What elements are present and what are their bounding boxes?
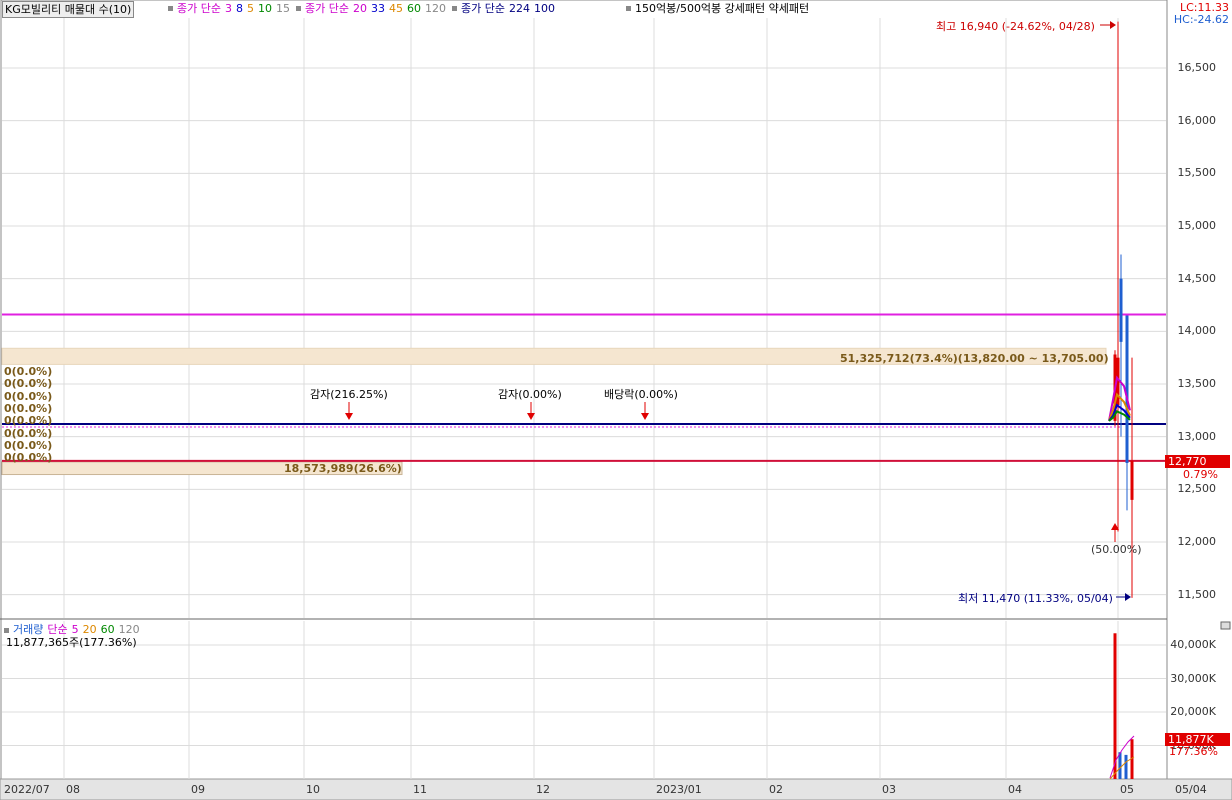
volume-profile-label-1: 51,325,712(73.4%)(13,820.00 ~ 13,705.00)	[840, 352, 1109, 365]
profile-zero-label: 0(0.0%)	[4, 414, 53, 428]
current-volume-pct: 177.36%	[1169, 745, 1218, 758]
ma-legend-marker	[168, 6, 173, 11]
price-tick-label: 16,500	[1177, 61, 1217, 74]
profile-zero-label: 0(0.0%)	[4, 389, 53, 403]
volume-bar	[1118, 752, 1122, 779]
price-tick-label: 11,500	[1177, 587, 1217, 601]
price-tick-label: 16,000	[1177, 113, 1217, 127]
ma-legend[interactable]: 종가 단순 3 8 5 10 15 종가 단순 20 33 45 60 120 종가 단순 224 100	[166, 1, 559, 17]
volume-tick-label: 30,000K	[1170, 671, 1216, 685]
date-tick-label: 12	[536, 783, 550, 796]
current-change-label: 0.79%	[1183, 468, 1218, 481]
candle-body	[1130, 460, 1134, 500]
price-tick-label: 14,000	[1177, 324, 1217, 338]
ma-legend-period: 15	[275, 2, 290, 15]
plot-frame	[0, 0, 1168, 780]
event-label: 배당락(0.00%)	[604, 388, 678, 401]
volume-tick-label: 20,000K	[1170, 705, 1216, 718]
low-note: 최저 11,470 (11.33%, 05/04)	[958, 592, 1113, 605]
price-tick-label: 15,500	[1177, 166, 1217, 180]
pattern-legend[interactable]: 150억봉/500억봉 강세패턴 약세패턴	[624, 1, 813, 17]
chart-title[interactable]: KG모빌리티 매물대 수(10)	[2, 1, 135, 18]
ma-legend-label: 종가 단순	[460, 2, 505, 15]
date-tick-label: 03	[882, 783, 896, 796]
price-tick-label: 13,000	[1177, 429, 1217, 443]
hc-readout: HC:-24.62	[1173, 13, 1229, 26]
volume-legend-marker	[4, 627, 9, 633]
date-tick-label: 05/04	[1175, 783, 1207, 796]
price-tick-label: 12,500	[1177, 482, 1217, 496]
event-label: 감자(0.00%)	[498, 388, 562, 401]
volume-tick-label: 40,000K	[1170, 638, 1216, 651]
current-price-tag: 12,770	[1165, 455, 1230, 468]
high-note: 최고 16,940 (-24.62%, 04/28)	[936, 20, 1095, 33]
price-tick-label: 13,500	[1177, 377, 1217, 390]
date-tick-label: 05	[1120, 783, 1134, 796]
profile-zero-label: 0(0.0%)	[4, 451, 53, 465]
price-tick-label: 12,000	[1177, 535, 1217, 548]
volume-profile-label-2: 18,573,989(26.6%)	[284, 462, 402, 475]
ma-legend-period: 120	[424, 2, 446, 15]
profile-zero-label: 0(0.0%)	[4, 438, 53, 452]
volume-bar	[1124, 754, 1128, 779]
date-tick-label: 2023/01	[656, 783, 702, 796]
ma-legend-period: 3	[224, 2, 232, 15]
date-tick-label: 2022/07	[4, 783, 50, 796]
volume-current-text: 11,877,365주(177.36%)	[6, 636, 137, 649]
date-tick-label: 04	[1008, 783, 1022, 796]
ma-legend-label: 종가 단순	[177, 2, 221, 15]
date-tick-label: 09	[191, 783, 205, 796]
profile-zero-label: 0(0.0%)	[4, 365, 53, 378]
price-tick-label: 14,500	[1177, 271, 1217, 285]
ma-legend-marker	[451, 6, 457, 11]
ma-legend-period: 10	[257, 2, 272, 15]
pattern-legend-label: 150억봉/500억봉 강세패턴 약세패턴	[635, 2, 810, 15]
ma-legend-period: 33	[370, 2, 385, 15]
profile-zero-label: 0(0.0%)	[4, 377, 53, 391]
profile-zero-label: 0(0.0%)	[4, 401, 53, 415]
ma-legend-period: 20	[352, 2, 367, 15]
candle-body	[1125, 315, 1129, 463]
date-tick-label: 10	[306, 783, 320, 796]
ma-legend-label: 종가 단순	[304, 2, 349, 15]
volume-bar	[1113, 633, 1117, 779]
ma-legend-period: 100	[533, 2, 555, 15]
event-label: 감자(216.25%)	[310, 388, 388, 401]
date-tick-label: 11	[413, 783, 427, 796]
ma-legend-period: 224	[508, 2, 530, 15]
ma-legend-period: 60	[406, 2, 421, 15]
pane-toggle-icon	[1220, 621, 1231, 630]
date-tick-label: 02	[769, 783, 783, 796]
ma-legend-period: 5	[246, 2, 254, 15]
price-tick-label: 15,000	[1177, 219, 1217, 232]
ma-legend-period: 45	[388, 2, 403, 15]
pattern-legend-marker	[626, 6, 631, 11]
candle-body	[1119, 278, 1123, 342]
up-marker-label: (50.00%)	[1091, 543, 1142, 556]
date-tick-label: 08	[66, 783, 80, 796]
date-axis-bar	[0, 778, 1232, 800]
ma-legend-marker	[295, 6, 301, 11]
ma-legend-period: 8	[235, 2, 243, 15]
profile-zero-label: 0(0.0%)	[4, 426, 53, 440]
